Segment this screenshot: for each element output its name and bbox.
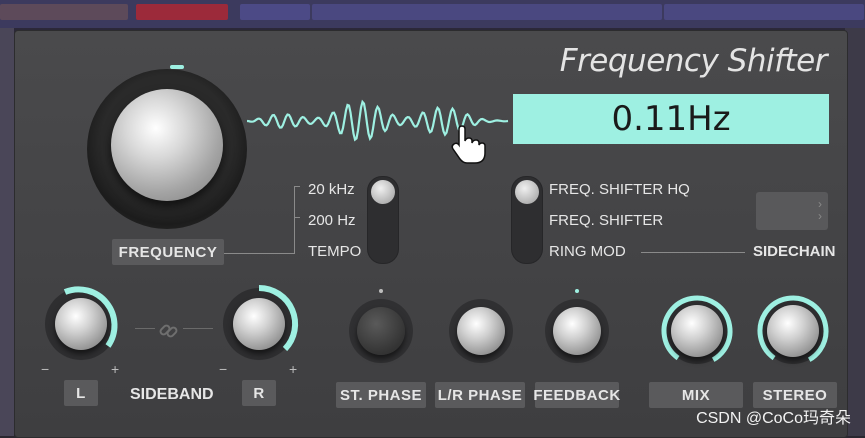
mode-option-ring-mod[interactable]: RING MOD bbox=[549, 243, 626, 260]
sideband-right-label: R bbox=[242, 380, 276, 406]
plugin-title: Frequency Shifter bbox=[559, 43, 828, 79]
watermark: CSDN @CoCo玛奇朵 bbox=[696, 410, 851, 427]
daw-left-panel bbox=[0, 28, 14, 436]
lr-phase-knob[interactable] bbox=[457, 307, 505, 355]
link-icon[interactable] bbox=[158, 320, 180, 342]
frequency-display[interactable]: 0.11Hz bbox=[513, 94, 829, 144]
mode-option-freq-shifter[interactable]: FREQ. SHIFTER bbox=[549, 212, 663, 229]
mode-switch[interactable] bbox=[511, 176, 543, 264]
daw-clip bbox=[312, 4, 662, 20]
sideband-left-minus: − bbox=[41, 361, 50, 377]
range-option-tempo[interactable]: TEMPO bbox=[308, 243, 361, 260]
daw-right-panel bbox=[845, 28, 865, 436]
st-phase-indicator bbox=[379, 289, 383, 293]
st-phase-label: ST. PHASE bbox=[336, 382, 426, 408]
sideband-left-label: L bbox=[64, 380, 98, 406]
bracket-line bbox=[294, 186, 295, 254]
range-switch-handle[interactable] bbox=[371, 180, 395, 204]
bracket-tick bbox=[294, 217, 300, 218]
range-option-20khz[interactable]: 20 kHz bbox=[308, 181, 355, 198]
range-switch[interactable] bbox=[367, 176, 399, 264]
feedback-knob[interactable] bbox=[553, 307, 601, 355]
frequency-knob-housing bbox=[87, 69, 247, 229]
bracket-tick bbox=[294, 186, 300, 187]
feedback-indicator bbox=[575, 289, 579, 293]
connector-line bbox=[135, 328, 155, 329]
daw-clip bbox=[0, 4, 128, 20]
mode-option-freq-shifter-hq[interactable]: FREQ. SHIFTER HQ bbox=[549, 181, 690, 198]
mix-knob[interactable] bbox=[671, 305, 723, 357]
sideband-label: SIDEBAND bbox=[130, 386, 214, 403]
sidechain-label: SIDECHAIN bbox=[753, 243, 836, 260]
mode-switch-handle[interactable] bbox=[515, 180, 539, 204]
sidechain-button[interactable]: › › bbox=[756, 192, 828, 230]
connector-line bbox=[183, 328, 213, 329]
frequency-knob[interactable] bbox=[111, 89, 223, 201]
sideband-right-minus: − bbox=[219, 361, 228, 377]
chevron-icon: › › bbox=[818, 197, 822, 223]
daw-clip bbox=[664, 4, 864, 20]
daw-clip bbox=[240, 4, 310, 20]
frequency-knob-indicator bbox=[170, 65, 184, 69]
frequency-label: FREQUENCY bbox=[112, 239, 224, 265]
frequency-shifter-plugin: Frequency Shifter 0.11Hz FREQUENCY 20 kH… bbox=[14, 30, 848, 438]
sideband-right-plus: + bbox=[289, 361, 298, 377]
sideband-left-knob[interactable] bbox=[55, 298, 107, 350]
st-phase-knob[interactable] bbox=[357, 307, 405, 355]
sideband-left-plus: + bbox=[111, 361, 120, 377]
hand-cursor-icon bbox=[451, 125, 486, 164]
daw-clip bbox=[136, 4, 228, 20]
daw-track-strip bbox=[0, 0, 865, 28]
connector-line bbox=[641, 252, 745, 253]
stereo-knob[interactable] bbox=[767, 305, 819, 357]
feedback-label: FEEDBACK bbox=[533, 382, 620, 408]
sideband-right-knob[interactable] bbox=[233, 298, 285, 350]
connector-line bbox=[224, 253, 294, 254]
range-option-200hz[interactable]: 200 Hz bbox=[308, 212, 356, 229]
lr-phase-label: L/R PHASE bbox=[435, 382, 525, 408]
